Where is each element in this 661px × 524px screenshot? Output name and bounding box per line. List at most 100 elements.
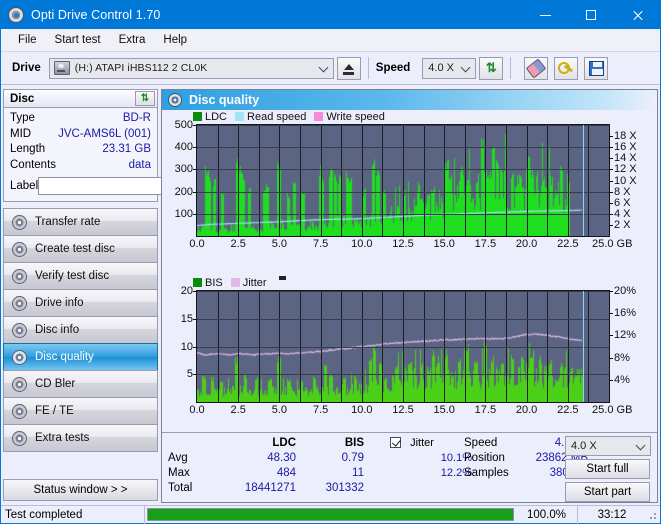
legend-read-speed: Read speed <box>235 111 306 123</box>
sidebar-item-disc-info[interactable]: Disc info <box>3 316 158 344</box>
disc-icon <box>12 322 27 338</box>
speed-label: Speed <box>375 62 411 74</box>
resize-grip-icon[interactable] <box>646 509 658 521</box>
sidebar-item-verify-test-disc[interactable]: Verify test disc <box>3 262 158 290</box>
y2-axis-label: 8% <box>614 351 630 364</box>
table-row: Avg 48.30 0.79 <box>168 451 364 466</box>
eject-icon <box>343 64 354 70</box>
axis-tick <box>193 374 197 376</box>
grid-line <box>197 147 609 149</box>
y2-axis-label: 20% <box>614 285 637 297</box>
disc-row-length-key: Length <box>10 143 46 155</box>
start-full-button[interactable]: Start full <box>565 459 650 479</box>
disc-icon <box>168 93 182 107</box>
x-axis-label: 25.0 GB <box>592 238 633 250</box>
legend-swatch-icon <box>193 278 202 287</box>
minimize-icon <box>539 14 551 16</box>
grid-line <box>197 169 609 171</box>
status-window-button[interactable]: Status window > > <box>3 479 158 501</box>
close-button[interactable] <box>614 1 660 29</box>
stats-col-ldc: LDC <box>272 437 296 449</box>
app-window: Opti Drive Control 1.70 File Start test … <box>0 0 661 524</box>
sidebar-item-create-test-disc[interactable]: Create test disc <box>3 235 158 263</box>
y-axis-label: 500 <box>174 119 193 131</box>
x-axis-label: 17.5 <box>474 238 497 250</box>
legend-marker-icon <box>278 276 286 280</box>
disc-icon <box>12 430 27 446</box>
sidebar-item-drive-info[interactable]: Drive info <box>3 289 158 317</box>
position-label: Position <box>464 452 505 464</box>
eject-button[interactable] <box>336 56 361 80</box>
y2-axis-label: 8 X <box>614 185 631 198</box>
refresh-button[interactable]: ⇅ <box>479 56 504 80</box>
erase-button[interactable] <box>524 56 549 80</box>
y2-axis-label: 12 X <box>614 163 637 176</box>
sidebar-item-transfer-rate[interactable]: Transfer rate <box>3 208 158 236</box>
menu-item-file[interactable]: File <box>9 32 46 48</box>
sidebar-item-extra-tests[interactable]: Extra tests <box>3 424 158 452</box>
sidebar-item-cd-bler[interactable]: CD Bler <box>3 370 158 398</box>
x-axis-label: 22.5 <box>557 404 579 416</box>
bis-chart[interactable]: 5 10 15 20 4% 8% 12% 16% 20% 0.0 2.5 5.0 7.5 10.0 12.5… <box>181 285 636 416</box>
refresh-icon: ⇅ <box>485 60 497 75</box>
speed-stat-label: Speed <box>464 437 498 449</box>
stats-avg-bis: 0.79 <box>341 452 364 464</box>
eraser-icon <box>525 57 547 79</box>
tools-button[interactable] <box>554 56 579 80</box>
y-axis-label: 300 <box>174 163 193 176</box>
start-part-button[interactable]: Start part <box>565 482 650 502</box>
menu-item-start-test[interactable]: Start test <box>46 32 110 48</box>
start-part-label: Start part <box>583 486 632 498</box>
disc-label-key: Label <box>10 180 39 192</box>
left-sidebar: Disc ⇅ Type BD-R MID JVC-AMS6L (001) Lengt… <box>3 89 208 503</box>
sidebar-item-disc-quality[interactable]: Disc quality <box>3 343 158 371</box>
grid-line <box>382 125 384 236</box>
stats-row-avg-label: Avg <box>168 452 188 464</box>
sidebar-item-fe-te[interactable]: FE / TE <box>3 397 158 425</box>
speed-select[interactable]: 4.0 X <box>422 57 477 79</box>
progress-percent: 100.0% <box>516 505 578 524</box>
axis-tick <box>609 291 613 292</box>
legend-write-speed: Write speed <box>314 111 385 123</box>
chevron-down-icon <box>635 440 646 451</box>
test-speed-select[interactable]: 4.0 X <box>565 436 651 456</box>
grid-line <box>547 125 549 236</box>
axis-tick <box>193 318 197 320</box>
x-axis-label: 10.0 <box>351 404 373 416</box>
axis-tick <box>609 136 613 138</box>
table-row: Total 18441271 301332 <box>168 481 364 496</box>
axis-tick <box>609 379 613 381</box>
disc-row-contents-key: Contents <box>10 158 57 171</box>
sidebar-item-label: CD Bler <box>35 378 76 390</box>
menu-item-help[interactable]: Help <box>154 32 196 48</box>
axis-tick <box>193 147 197 149</box>
x-axis-label: 15.0 <box>433 404 455 416</box>
nav-list: Transfer rate Create test disc Verify te… <box>3 208 158 452</box>
y2-axis-label: 18 X <box>614 130 637 143</box>
x-axis-label: 22.5 <box>557 238 579 250</box>
app-disc-icon <box>8 7 24 23</box>
disc-refresh-button[interactable]: ⇅ <box>135 91 155 106</box>
minimize-button[interactable] <box>522 1 568 29</box>
disc-icon <box>12 214 27 230</box>
save-button[interactable] <box>584 56 609 80</box>
x-axis-label: 5.0 <box>271 404 288 416</box>
x-axis-label: 20.0 <box>515 238 538 250</box>
grid-line <box>258 125 260 236</box>
disc-icon <box>12 403 27 419</box>
maximize-button[interactable] <box>568 1 614 29</box>
axis-tick <box>609 224 613 226</box>
disc-icon <box>12 376 27 392</box>
y-axis-label: 20 <box>180 285 193 297</box>
y2-axis-label: 12% <box>614 329 637 342</box>
drive-select[interactable]: (H:) ATAPI iHBS112 2 CL0K <box>48 57 334 79</box>
ldc-chart[interactable]: 100 200 300 400 500 2 X4 X6 X8 X 10 X 12 X 14 X1… <box>175 119 637 250</box>
menu-item-extra[interactable]: Extra <box>110 32 155 48</box>
jitter-checkbox[interactable] <box>390 437 401 448</box>
ldc-legend: LDC Read speed Write speed <box>162 110 657 123</box>
legend-swatch-icon <box>235 112 245 121</box>
legend-label: Read speed <box>247 110 307 123</box>
test-speed-value: 4.0 X <box>571 440 597 452</box>
disc-row-mid-value: JVC-AMS6L (001) <box>58 127 151 140</box>
disc-row-type: Type BD-R <box>10 111 151 127</box>
